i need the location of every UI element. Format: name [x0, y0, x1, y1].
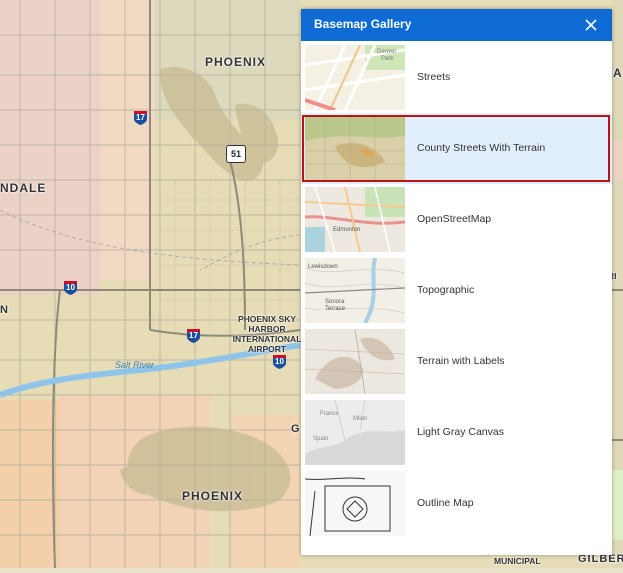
- basemap-item-topographic[interactable]: Lewisdown Sonora Terrace Topographic: [301, 255, 612, 326]
- basemap-item-terrain-labels[interactable]: Terrain with Labels: [301, 326, 612, 397]
- airport-label: PHOENIX SKY HARBOR INTERNATIONAL AIRPORT: [232, 314, 302, 354]
- city-label-phoenix-south: PHOENIX: [182, 489, 244, 503]
- city-label-g: G: [291, 423, 301, 435]
- basemap-item-outline-map[interactable]: Outline Map: [301, 468, 612, 539]
- light-gray-canvas-thumbnail: Milan France Spain: [305, 400, 405, 465]
- basemap-item-label: OpenStreetMap: [417, 213, 492, 225]
- gallery-title: Basemap Gallery: [314, 17, 412, 31]
- interstate-17-number: 17: [136, 113, 145, 122]
- streets-thumbnail: Denver Park: [305, 45, 405, 110]
- route-51-shield: 51: [226, 145, 246, 163]
- interstate-10-shield-west: 10: [63, 280, 78, 295]
- basemap-item-light-gray-canvas[interactable]: Milan France Spain Light Gray Canvas: [301, 397, 612, 468]
- interstate-17-shield: 17: [133, 110, 148, 125]
- basemap-item-label: Terrain with Labels: [417, 355, 505, 367]
- streets-thumb-text-1: Denver: [377, 49, 396, 55]
- city-label-west: N: [0, 304, 9, 316]
- gallery-header: Basemap Gallery: [301, 9, 612, 41]
- basemap-item-label: Outline Map: [417, 497, 474, 509]
- interstate-17-shield-south: 17: [186, 328, 201, 343]
- city-label-glendale: NDALE: [0, 181, 47, 195]
- terrain-labels-thumbnail: [305, 329, 405, 394]
- gray-thumb-text-2: France: [320, 411, 339, 417]
- city-label-a: A: [613, 66, 623, 80]
- openstreetmap-thumbnail: Edmonton: [305, 187, 405, 252]
- basemap-item-streets[interactable]: Denver Park Streets: [301, 42, 612, 113]
- municipal-label: MUNICIPAL: [494, 556, 541, 566]
- basemap-item-label: County Streets With Terrain: [417, 142, 546, 154]
- interstate-17-number-south: 17: [189, 331, 198, 340]
- topo-thumb-text-2: Sonora: [325, 299, 345, 305]
- interstate-10-shield-east: 10: [272, 354, 287, 369]
- basemap-gallery-panel: Basemap Gallery Denver Park Streets Coun…: [301, 9, 612, 555]
- outline-map-thumbnail: [305, 471, 405, 536]
- topo-thumb-text-1: Lewisdown: [308, 264, 338, 270]
- river-label: Salt River: [115, 360, 155, 370]
- basemap-item-label: Topographic: [417, 284, 475, 296]
- topographic-thumbnail: Lewisdown Sonora Terrace: [305, 258, 405, 323]
- interstate-10-number-west: 10: [66, 283, 75, 292]
- osm-thumb-text-1: Edmonton: [333, 227, 360, 233]
- basemap-item-county-streets-terrain[interactable]: County Streets With Terrain: [301, 113, 612, 184]
- basemap-item-label: Streets: [417, 71, 451, 83]
- basemap-item-label: Light Gray Canvas: [417, 426, 504, 438]
- city-label-phoenix: PHOENIX: [205, 55, 267, 69]
- topo-thumb-text-3: Terrace: [325, 306, 346, 312]
- county-streets-terrain-thumbnail: [305, 116, 405, 181]
- interstate-10-number-east: 10: [275, 357, 284, 366]
- streets-thumb-text-2: Park: [381, 56, 394, 62]
- gray-thumb-text-3: Spain: [313, 436, 328, 442]
- close-icon[interactable]: [583, 17, 599, 33]
- gray-thumb-text-1: Milan: [353, 416, 367, 422]
- basemap-item-openstreetmap[interactable]: Edmonton OpenStreetMap: [301, 184, 612, 255]
